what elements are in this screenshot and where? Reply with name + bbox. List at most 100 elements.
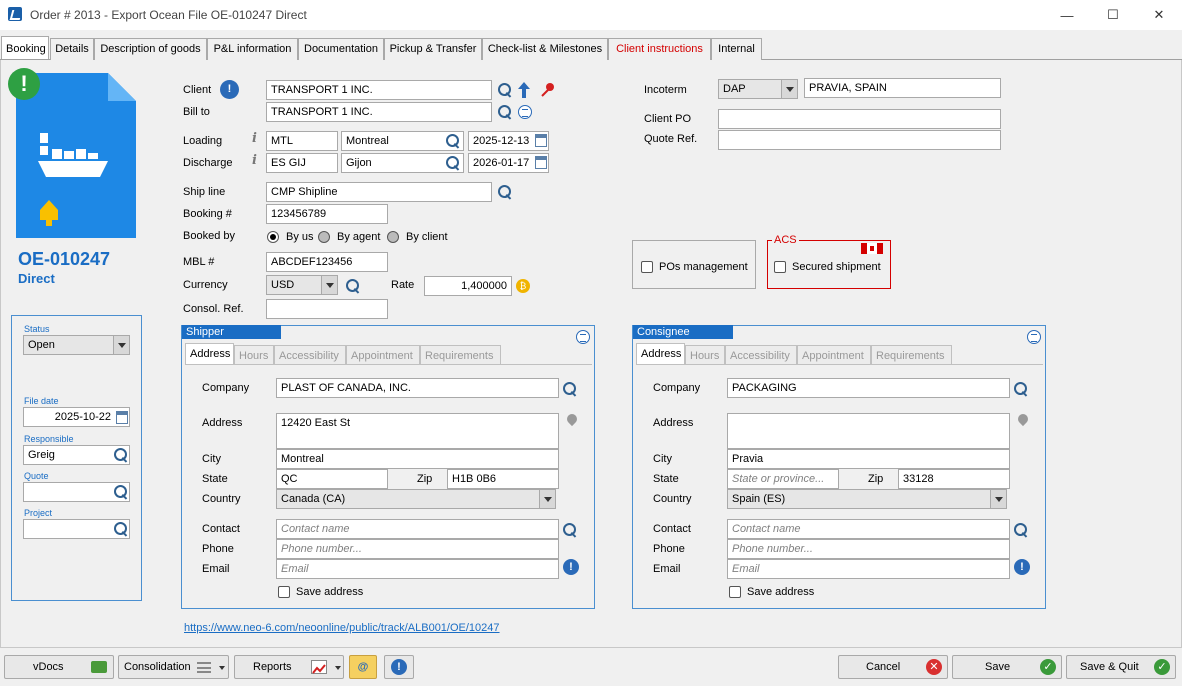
company-field[interactable]: PLAST OF CANADA, INC.: [276, 378, 559, 398]
tab-details[interactable]: Details: [50, 38, 94, 60]
pos-management-checkbox[interactable]: [641, 261, 653, 273]
search-icon[interactable]: [113, 447, 129, 463]
incoterm-place-field[interactable]: PRAVIA, SPAIN: [804, 78, 1001, 98]
tab-address[interactable]: Address: [185, 343, 234, 365]
quote-ref-field[interactable]: [718, 130, 1001, 150]
incoterm-select[interactable]: DAP: [718, 79, 798, 99]
search-icon[interactable]: [562, 522, 578, 538]
save-address-checkbox[interactable]: [729, 586, 741, 598]
shipline-field[interactable]: CMP Shipline: [266, 182, 492, 202]
reports-button[interactable]: Reports: [234, 655, 344, 679]
state-field[interactable]: State or province...: [727, 469, 839, 489]
tab-requirements[interactable]: Requirements: [420, 345, 501, 365]
booked-by-client-radio[interactable]: [387, 231, 399, 243]
address-field[interactable]: 12420 East St: [276, 413, 559, 449]
search-icon[interactable]: [497, 184, 513, 200]
tab-documentation[interactable]: Documentation: [298, 38, 384, 60]
city-field[interactable]: Pravia: [727, 449, 1010, 469]
search-icon[interactable]: [1013, 522, 1029, 538]
tab-hours[interactable]: Hours: [685, 345, 725, 365]
tab-accessibility[interactable]: Accessibility: [274, 345, 346, 365]
booking-no-field[interactable]: 123456789: [266, 204, 388, 224]
calendar-icon[interactable]: [535, 134, 547, 147]
alert-button[interactable]: !: [384, 655, 414, 679]
zip-field[interactable]: H1B 0B6: [447, 469, 559, 489]
zip-field[interactable]: 33128: [898, 469, 1010, 489]
email-alert-icon[interactable]: !: [563, 559, 579, 575]
secured-shipment-checkbox[interactable]: [774, 261, 786, 273]
search-icon[interactable]: [445, 155, 461, 171]
save-button[interactable]: Save ✓: [952, 655, 1062, 679]
menu-icon[interactable]: [576, 330, 590, 344]
email-icon[interactable]: @: [349, 655, 377, 679]
search-icon[interactable]: [497, 104, 513, 120]
search-icon[interactable]: [345, 278, 361, 294]
search-icon[interactable]: [1013, 381, 1029, 397]
maximize-icon[interactable]: ☐: [1090, 0, 1136, 30]
search-icon[interactable]: [113, 521, 129, 537]
status-select[interactable]: Open: [23, 335, 130, 355]
email-field[interactable]: Email: [276, 559, 559, 579]
tab-internal[interactable]: Internal: [711, 38, 762, 60]
consol-field[interactable]: [266, 299, 388, 319]
vdocs-button[interactable]: vDocs: [4, 655, 114, 679]
pin-icon[interactable]: [540, 82, 556, 98]
contact-field[interactable]: Contact name: [727, 519, 1010, 539]
client-po-field[interactable]: [718, 109, 1001, 129]
company-field[interactable]: PACKAGING: [727, 378, 1010, 398]
booked-by-us-radio[interactable]: [267, 231, 279, 243]
tab-checklist-milestones[interactable]: Check-list & Milestones: [482, 38, 608, 60]
mbl-field[interactable]: ABCDEF123456: [266, 252, 388, 272]
menu-icon[interactable]: [1027, 330, 1041, 344]
tab-client-instructions[interactable]: Client instructions: [608, 38, 711, 60]
booked-by-agent-radio[interactable]: [318, 231, 330, 243]
tab-pl-information[interactable]: P&L information: [207, 38, 298, 60]
alert-icon[interactable]: !: [8, 68, 40, 100]
city-field[interactable]: Montreal: [276, 449, 559, 469]
tab-address[interactable]: Address: [636, 343, 685, 365]
loading-code-field[interactable]: MTL: [266, 131, 338, 151]
client-alert-icon[interactable]: !: [220, 80, 239, 99]
consolidation-button[interactable]: Consolidation: [118, 655, 229, 679]
file-date-field[interactable]: 2025-10-22: [23, 407, 130, 427]
country-select[interactable]: Spain (ES): [727, 489, 1007, 509]
tab-booking[interactable]: Booking: [1, 36, 49, 59]
coin-icon[interactable]: ₿: [516, 279, 530, 293]
phone-field[interactable]: Phone number...: [727, 539, 1010, 559]
contact-field[interactable]: Contact name: [276, 519, 559, 539]
client-field[interactable]: TRANSPORT 1 INC.: [266, 80, 492, 100]
tab-hours[interactable]: Hours: [234, 345, 274, 365]
tab-requirements[interactable]: Requirements: [871, 345, 952, 365]
discharge-code-field[interactable]: ES GIJ: [266, 153, 338, 173]
phone-field[interactable]: Phone number...: [276, 539, 559, 559]
email-alert-icon[interactable]: !: [1014, 559, 1030, 575]
currency-select[interactable]: USD: [266, 275, 338, 295]
search-icon[interactable]: [445, 133, 461, 149]
cancel-button[interactable]: Cancel ✕: [838, 655, 948, 679]
minimize-icon[interactable]: —: [1044, 0, 1090, 30]
info-icon[interactable]: i: [252, 131, 257, 146]
arrow-up-icon[interactable]: [518, 82, 530, 98]
search-icon[interactable]: [562, 381, 578, 397]
state-field[interactable]: QC: [276, 469, 388, 489]
tab-appointment[interactable]: Appointment: [346, 345, 420, 365]
rate-field[interactable]: 1,400000: [424, 276, 512, 296]
search-icon[interactable]: [113, 484, 129, 500]
map-pin-icon[interactable]: [564, 411, 580, 427]
calendar-icon[interactable]: [116, 411, 128, 424]
menu-icon[interactable]: [518, 105, 532, 119]
country-select[interactable]: Canada (CA): [276, 489, 556, 509]
save-quit-button[interactable]: Save & Quit ✓: [1066, 655, 1176, 679]
tab-accessibility[interactable]: Accessibility: [725, 345, 797, 365]
billto-field[interactable]: TRANSPORT 1 INC.: [266, 102, 492, 122]
email-field[interactable]: Email: [727, 559, 1010, 579]
search-icon[interactable]: [497, 82, 513, 98]
address-field[interactable]: [727, 413, 1010, 449]
tab-pickup-transfer[interactable]: Pickup & Transfer: [384, 38, 482, 60]
save-address-checkbox[interactable]: [278, 586, 290, 598]
close-icon[interactable]: ✕: [1136, 0, 1182, 30]
calendar-icon[interactable]: [535, 156, 547, 169]
map-pin-icon[interactable]: [1015, 411, 1031, 427]
tracking-link[interactable]: https://www.neo-6.com/neoonline/public/t…: [184, 622, 500, 634]
info-icon[interactable]: i: [252, 153, 257, 168]
